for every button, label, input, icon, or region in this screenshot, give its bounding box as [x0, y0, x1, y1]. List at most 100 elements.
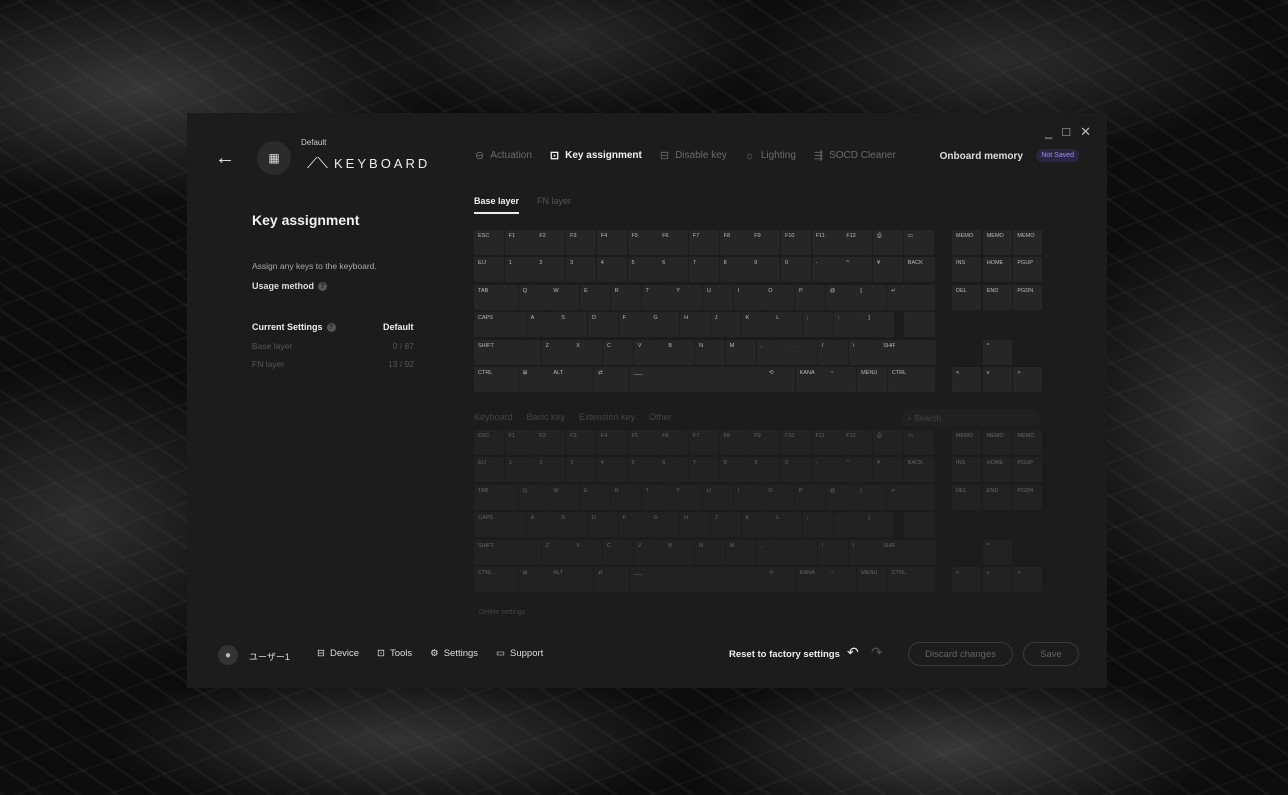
tab-keyboard[interactable]: Keyboard	[474, 412, 513, 422]
tab-socd-cleaner[interactable]: ⇶ SOCD Cleaner	[814, 149, 896, 162]
key-cap[interactable]: 5	[627, 457, 658, 483]
key-cap[interactable]: ]	[864, 312, 895, 338]
key-cap[interactable]: ~	[826, 566, 857, 592]
key-cap[interactable]: O	[764, 284, 795, 310]
key-cap[interactable]: V	[633, 539, 664, 565]
key-cap[interactable]: TAB	[474, 284, 518, 310]
key-cap[interactable]: 6	[658, 457, 689, 483]
key-cap[interactable]: ___	[629, 566, 765, 592]
key-cap[interactable]: ;	[802, 312, 833, 338]
key-cap[interactable]: N	[695, 539, 726, 565]
key-cap[interactable]: SHIFT	[474, 339, 541, 365]
key-cap[interactable]: 8	[719, 457, 750, 483]
key-cap[interactable]: MENU	[857, 566, 888, 592]
key-cap[interactable]: Y	[672, 284, 703, 310]
key-cap[interactable]: T	[641, 284, 672, 310]
key-cap-blank[interactable]	[903, 512, 935, 538]
key-cap[interactable]: E	[580, 484, 611, 510]
key-cap[interactable]: -	[811, 457, 842, 483]
user-name[interactable]: ユーザー1	[249, 650, 290, 663]
key-cap[interactable]: HOME	[982, 257, 1012, 283]
key-cap[interactable]: F4	[596, 430, 627, 455]
tab-other[interactable]: Other	[649, 412, 672, 422]
key-cap[interactable]: E	[580, 284, 611, 310]
key-cap[interactable]: F11	[811, 230, 842, 255]
tab-base-layer[interactable]: Base layer	[474, 196, 520, 214]
key-cap[interactable]: 4	[596, 457, 627, 483]
key-cap[interactable]: F8	[719, 430, 750, 455]
key-cap[interactable]: M	[725, 339, 756, 365]
key-cap[interactable]: 0	[781, 257, 811, 283]
key-cap[interactable]: K	[741, 312, 772, 338]
key-cap[interactable]: -	[811, 257, 842, 283]
key-cap[interactable]: J	[710, 312, 741, 338]
key-cap[interactable]: ⇄	[594, 566, 630, 592]
key-cap[interactable]: CTRL	[474, 566, 518, 592]
key-cap[interactable]: 1	[504, 457, 535, 483]
key-cap[interactable]: W	[549, 284, 580, 310]
key-cap[interactable]: ,	[756, 539, 787, 565]
key-cap[interactable]: <	[952, 366, 981, 392]
key-cap[interactable]: 4	[596, 257, 627, 283]
key-cap[interactable]: E/J	[474, 457, 504, 483]
key-cap[interactable]: ¥	[873, 257, 904, 283]
key-cap[interactable]: ↵	[887, 284, 935, 310]
key-cap[interactable]: U	[702, 284, 733, 310]
key-cap[interactable]: B	[664, 339, 695, 365]
close-icon[interactable]: ✕	[1080, 124, 1091, 140]
key-cap[interactable]: [	[856, 484, 887, 510]
key-cap[interactable]: M	[725, 539, 756, 565]
key-cap[interactable]: PGUP	[1013, 457, 1043, 483]
onboard-memory-label[interactable]: Onboard memory	[940, 151, 1023, 162]
key-cap[interactable]: ^	[842, 457, 873, 483]
reset-factory-button[interactable]: Reset to factory settings	[729, 649, 840, 660]
undo-icon[interactable]: ↶	[847, 644, 859, 661]
key-cap[interactable]: D	[588, 312, 618, 338]
key-cap[interactable]: ▭	[903, 230, 934, 255]
help-icon[interactable]: ?	[318, 281, 328, 291]
tab-disable-key[interactable]: ⊟ Disable key	[660, 149, 727, 162]
key-cap[interactable]: 9	[750, 457, 781, 483]
key-cap[interactable]: @	[825, 284, 856, 310]
key-cap[interactable]: Z	[541, 339, 572, 365]
key-cap[interactable]: MENU	[857, 366, 888, 392]
key-cap[interactable]: .	[787, 339, 818, 365]
key-cap[interactable]: ⎙	[873, 430, 904, 455]
usage-method-link[interactable]: Usage method ?	[252, 281, 328, 291]
key-cap[interactable]: ↵	[887, 484, 935, 510]
key-cap[interactable]: D	[588, 512, 618, 538]
redo-icon[interactable]: ↷	[871, 644, 883, 661]
key-cap[interactable]: W	[549, 484, 580, 510]
key-cap[interactable]: K	[741, 512, 772, 538]
key-cap[interactable]: G	[649, 312, 680, 338]
footer-tools[interactable]: ⊡ Tools	[377, 648, 412, 659]
key-cap[interactable]: 5	[627, 257, 658, 283]
key-cap[interactable]: F12	[842, 230, 873, 255]
key-cap[interactable]: S	[557, 512, 588, 538]
tab-actuation[interactable]: ⊖ Actuation	[475, 149, 532, 162]
key-cap[interactable]: F8	[719, 230, 750, 255]
minimize-icon[interactable]: _	[1045, 124, 1052, 140]
key-cap[interactable]: 0	[781, 457, 811, 483]
key-cap[interactable]: F5	[627, 230, 658, 255]
key-cap[interactable]: X	[572, 339, 603, 365]
key-cap[interactable]: F7	[688, 230, 719, 255]
key-cap[interactable]: ^	[842, 257, 873, 283]
footer-support[interactable]: ▭ Support	[496, 648, 543, 659]
key-cap[interactable]: H	[680, 512, 711, 538]
key-cap[interactable]: MEMO	[982, 430, 1012, 455]
key-cap[interactable]: P	[795, 284, 825, 310]
key-cap[interactable]: MEMO	[952, 230, 981, 255]
key-cap[interactable]: ^	[982, 539, 1012, 565]
key-cap[interactable]: [	[856, 284, 887, 310]
key-cap[interactable]: INS	[952, 457, 981, 483]
key-cap[interactable]: MEMO	[982, 230, 1012, 255]
key-cap[interactable]: INS	[952, 257, 981, 283]
key-cap[interactable]: F1	[504, 230, 535, 255]
key-cap[interactable]: X	[572, 539, 603, 565]
key-cap[interactable]: J	[710, 512, 741, 538]
key-cap[interactable]: F4	[596, 230, 627, 255]
key-cap[interactable]: HOME	[982, 457, 1012, 483]
key-cap[interactable]: ⊞	[518, 366, 549, 392]
key-cap[interactable]: F2	[535, 230, 566, 255]
